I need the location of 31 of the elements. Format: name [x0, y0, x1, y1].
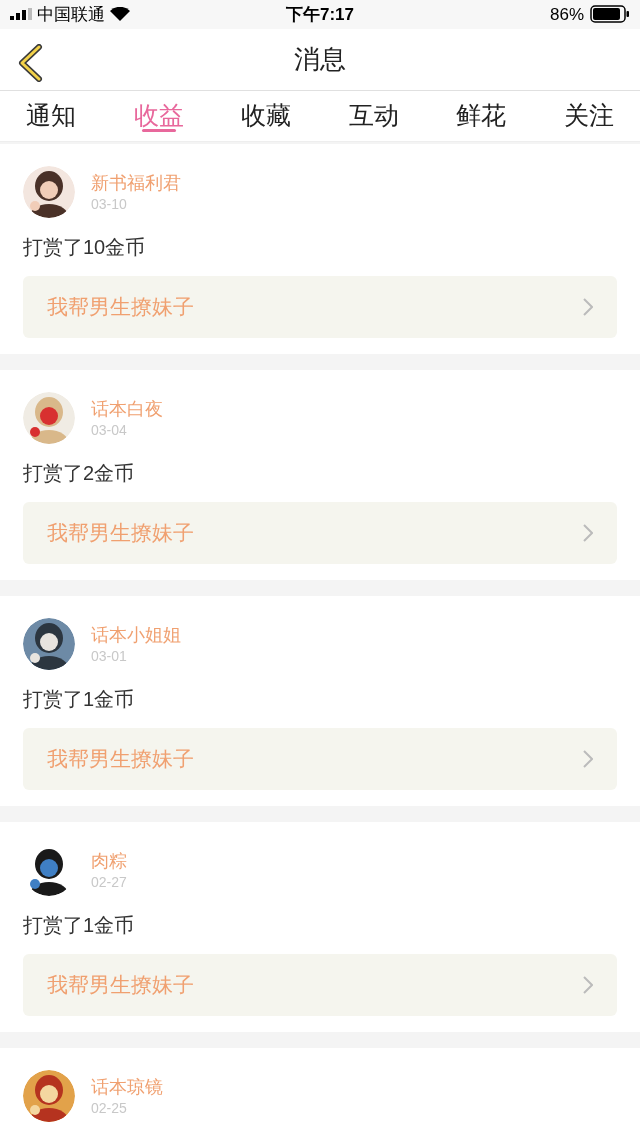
- tab[interactable]: 收益: [133, 91, 184, 141]
- message-text: 打赏了1金币: [23, 913, 136, 938]
- page-title: 消息: [294, 42, 346, 76]
- tab[interactable]: 互动: [348, 91, 399, 141]
- clock-time: 下午7:17: [286, 3, 354, 26]
- tab[interactable]: 鲜花: [456, 91, 507, 141]
- message-text: 打赏了1金币: [23, 687, 136, 712]
- book-link[interactable]: 我帮男生撩妹子: [23, 502, 617, 564]
- book-link[interactable]: 我帮男生撩妹子: [23, 276, 617, 338]
- sender-name[interactable]: 话本白夜: [91, 397, 163, 421]
- battery-icon: [590, 5, 630, 24]
- wifi-icon: [110, 7, 130, 22]
- battery-percent: 86%: [549, 3, 584, 26]
- tab[interactable]: 通知: [26, 91, 76, 141]
- chevron-right-icon: [583, 976, 593, 994]
- back-icon: [17, 43, 43, 82]
- carrier-name: 中国联通: [37, 3, 105, 26]
- book-link[interactable]: 我帮男生撩妹子: [23, 728, 617, 790]
- tab[interactable]: 收藏: [241, 91, 292, 141]
- signal-icon: [10, 8, 32, 21]
- sender-name[interactable]: 肉粽: [91, 849, 127, 873]
- tab[interactable]: 关注: [563, 91, 614, 141]
- chevron-right-icon: [583, 298, 593, 316]
- sender-name[interactable]: 话本小姐姐: [91, 623, 181, 647]
- sender-name[interactable]: 话本琼镜: [91, 1075, 163, 1099]
- chevron-right-icon: [583, 750, 593, 768]
- chevron-right-icon: [583, 524, 593, 542]
- message-text: 打赏了10金币: [23, 235, 147, 260]
- message-text: 打赏了2金币: [23, 461, 136, 486]
- sender-name[interactable]: 新书福利君: [91, 171, 181, 195]
- book-link[interactable]: 我帮男生撩妹子: [23, 954, 617, 1016]
